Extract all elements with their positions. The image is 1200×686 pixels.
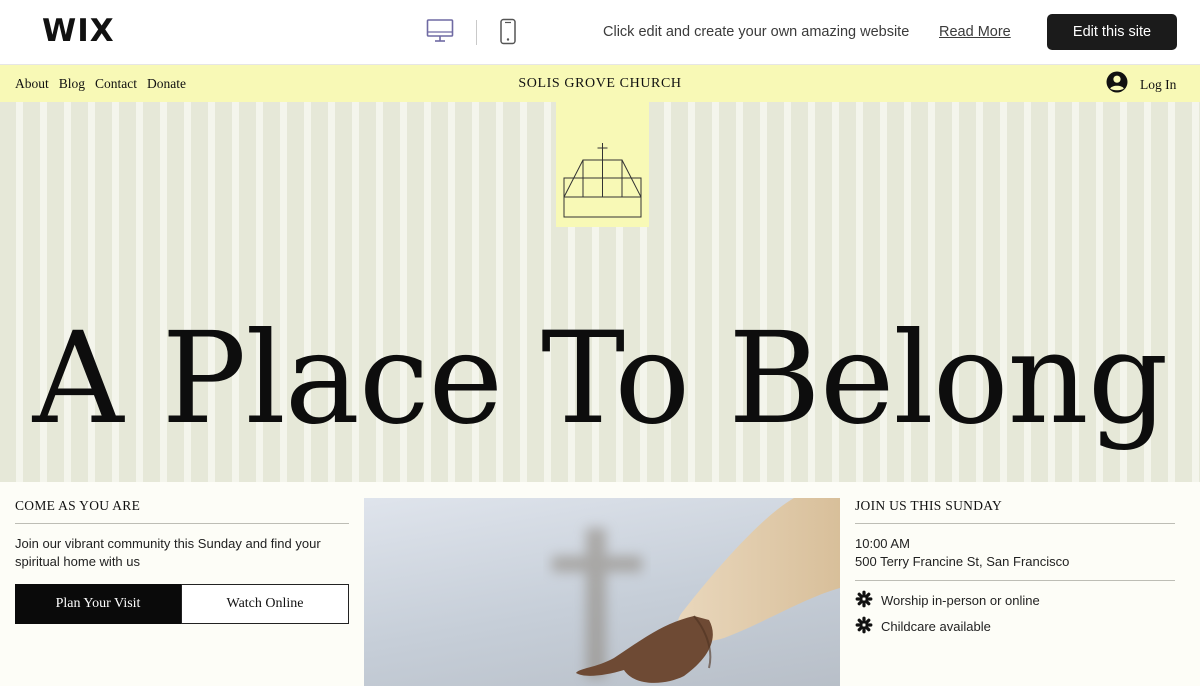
site-header: About Blog Contact Donate SOLIS GROVE CH…: [0, 65, 1200, 102]
device-separator: [476, 20, 477, 45]
site-title[interactable]: SOLIS GROVE CHURCH: [0, 76, 1200, 92]
account-icon: [1106, 71, 1128, 98]
sunday-service-section: JOIN US THIS SUNDAY 10:00 AM 500 Terry F…: [855, 482, 1175, 639]
asterisk-icon: [855, 590, 873, 611]
feature-label: Childcare available: [881, 618, 991, 634]
feature-item: Worship in-person or online: [855, 587, 1175, 613]
church-logo[interactable]: [556, 102, 649, 227]
feature-item: Childcare available: [855, 613, 1175, 639]
read-more-link[interactable]: Read More: [939, 24, 1011, 40]
desktop-icon[interactable]: [426, 18, 454, 49]
promo-text: Click edit and create your own amazing w…: [603, 24, 910, 40]
feature-label: Worship in-person or online: [881, 592, 1040, 608]
cross-and-hand-image: [552, 498, 840, 683]
hero-section: A Place To Belong: [0, 102, 1200, 482]
cta-buttons: Plan Your Visit Watch Online: [15, 584, 349, 624]
watch-online-button[interactable]: Watch Online: [181, 584, 349, 624]
mobile-icon[interactable]: [499, 18, 517, 51]
edit-site-button[interactable]: Edit this site: [1047, 14, 1177, 50]
church-logo-icon: [563, 143, 642, 218]
welcome-section: COME AS YOU ARE Join our vibrant communi…: [15, 482, 349, 624]
hero-title: A Place To Belong: [32, 305, 1169, 452]
asterisk-icon: [855, 616, 873, 637]
welcome-heading: COME AS YOU ARE: [15, 482, 349, 524]
plan-visit-button[interactable]: Plan Your Visit: [15, 584, 181, 624]
service-time: 10:00 AM: [855, 536, 910, 551]
service-features: Worship in-person or online Childcare av…: [855, 587, 1175, 639]
service-address: 500 Terry Francine St, San Francisco: [855, 553, 1175, 581]
wix-logo[interactable]: WIX: [42, 13, 115, 49]
login-button[interactable]: Log In: [1106, 71, 1176, 98]
wix-top-bar: WIX Click edit and create your own amazi…: [0, 0, 1200, 65]
sunday-heading: JOIN US THIS SUNDAY: [855, 482, 1175, 524]
login-label: Log In: [1140, 76, 1177, 92]
welcome-text: Join our vibrant community this Sunday a…: [15, 536, 321, 569]
hero-photo: [364, 498, 840, 686]
